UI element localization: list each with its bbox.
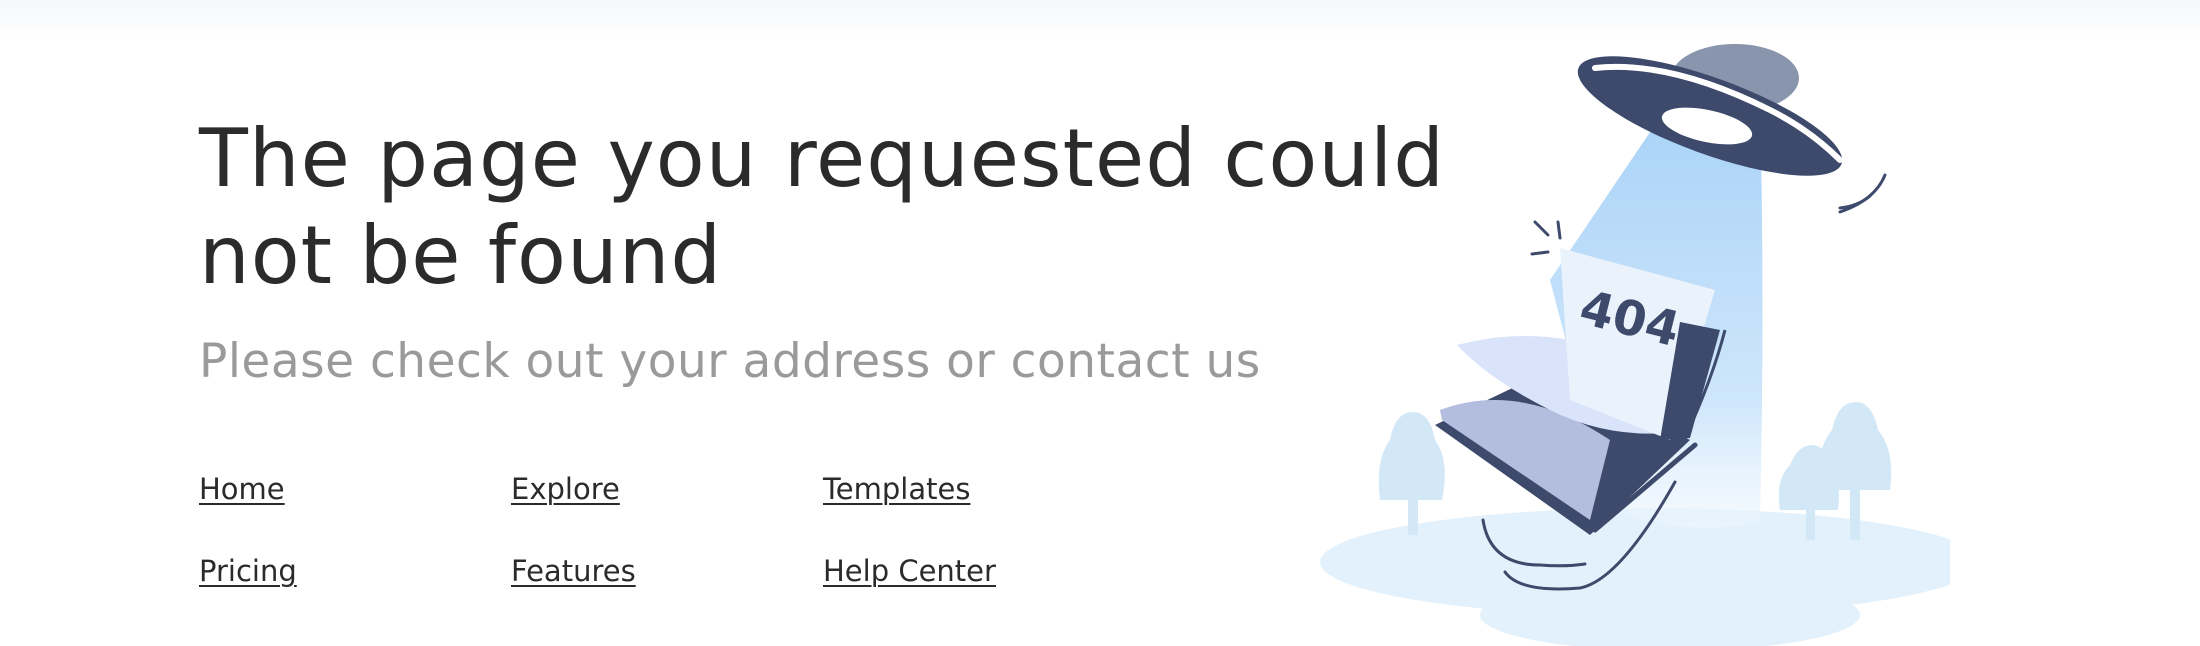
link-pricing[interactable]: Pricing (199, 552, 511, 590)
ufo-book-illustration: 404 (1320, 44, 1950, 646)
not-found-page: The page you requested could not be foun… (0, 0, 2200, 646)
nav-links: Home Explore Templates Pricing Features … (199, 470, 1135, 590)
link-explore[interactable]: Explore (511, 470, 823, 508)
link-features[interactable]: Features (511, 552, 823, 590)
spark-lines (1530, 220, 1562, 256)
link-home[interactable]: Home (199, 470, 511, 508)
link-templates[interactable]: Templates (823, 470, 1135, 508)
link-help-center[interactable]: Help Center (823, 552, 1135, 590)
